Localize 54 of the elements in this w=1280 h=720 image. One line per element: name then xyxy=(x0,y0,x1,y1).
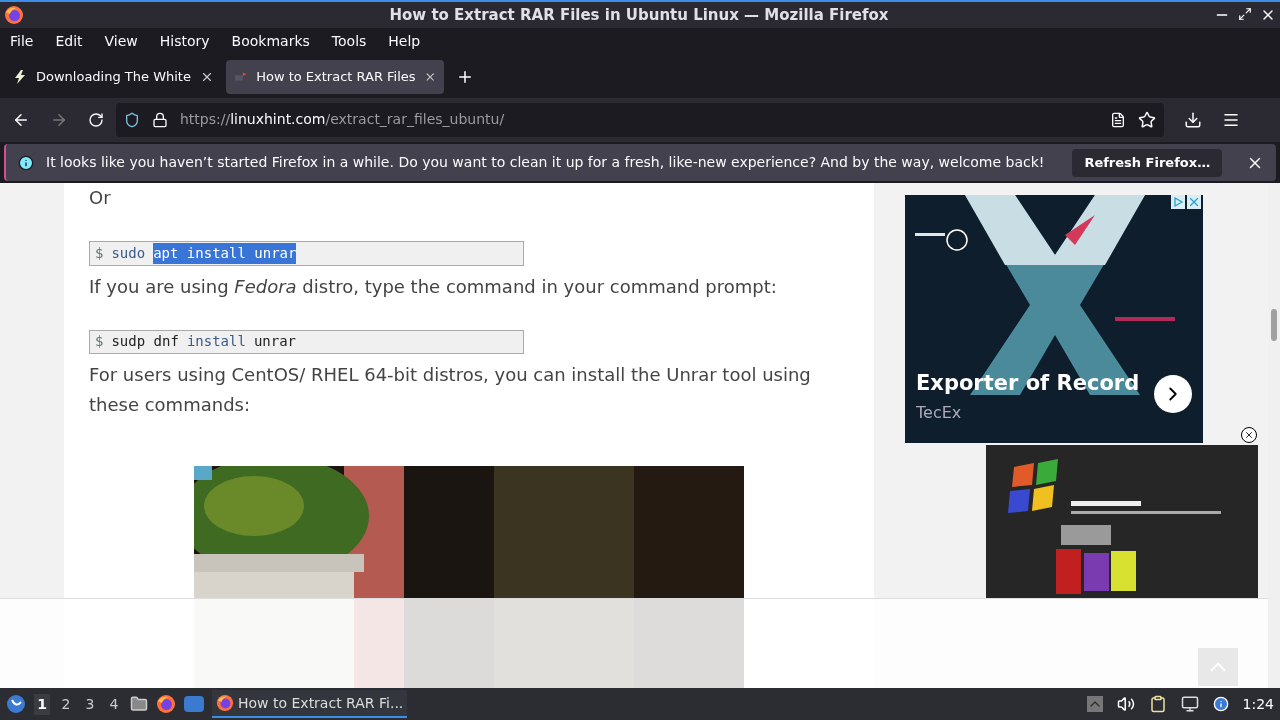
scrollbar-thumb[interactable] xyxy=(1271,309,1277,342)
firefox-logo-icon xyxy=(4,4,24,25)
clipboard-icon[interactable] xyxy=(1148,695,1167,714)
menu-item[interactable]: Bookmarks xyxy=(231,31,310,53)
lock-icon[interactable] xyxy=(152,111,168,128)
address-bar[interactable]: https://linuxhint.com/extract_rar_files_ubuntu/ xyxy=(116,102,1164,137)
info-icon xyxy=(18,154,34,171)
menu-item[interactable]: Tools xyxy=(331,31,367,53)
menu-item[interactable]: View xyxy=(104,31,138,53)
menu-item[interactable]: Edit xyxy=(55,31,83,53)
workspace-button[interactable]: 4 xyxy=(106,693,122,715)
file-manager-icon[interactable] xyxy=(130,695,148,714)
paragraph: Or xyxy=(89,186,112,211)
firefox-icon xyxy=(216,694,234,713)
ad-marker-icon xyxy=(194,466,212,481)
menu-item[interactable]: History xyxy=(159,31,210,53)
workspace-button[interactable]: 3 xyxy=(82,693,98,715)
code-token: sudp dnf xyxy=(111,332,179,352)
url-text: https://linuxhint.com/extract_rar_files_ubuntu/ xyxy=(180,110,505,130)
tab[interactable]: How to Extract RAR Files xyxy=(226,59,444,94)
workspace-button[interactable]: 1 xyxy=(34,693,50,715)
clock: 1:24 xyxy=(1242,694,1274,714)
close-video-icon[interactable] xyxy=(1241,427,1257,444)
reload-icon[interactable] xyxy=(88,111,104,128)
desktop-icon[interactable] xyxy=(184,696,204,713)
tab[interactable]: Downloading The White xyxy=(4,59,222,94)
download-icon[interactable] xyxy=(1184,110,1202,129)
code-token: $ xyxy=(95,244,104,264)
volume-icon[interactable] xyxy=(1116,695,1135,714)
notification-icon[interactable] xyxy=(1212,696,1229,713)
code-token: unrar xyxy=(253,332,297,352)
refresh-firefox-button[interactable]: Refresh Firefox… xyxy=(1072,148,1223,177)
reader-view-icon[interactable] xyxy=(1110,111,1126,128)
code-token: install xyxy=(186,332,246,352)
code-token: $ xyxy=(95,332,104,352)
menu-item[interactable]: Help xyxy=(388,31,421,53)
notification-text: It looks like you haven’t started Firefox in a while. Do you want to clean it up for a fresh, like-new experience? And by the way, welcome back! xyxy=(46,153,1045,173)
window-title: How to Extract RAR Files in Ubuntu Linux — Mozilla Firefox xyxy=(389,4,889,26)
shield-icon[interactable] xyxy=(124,111,140,128)
network-icon[interactable] xyxy=(1180,695,1199,714)
lightning-icon xyxy=(12,68,28,85)
code-token: apt install unrar xyxy=(153,243,297,265)
tab-title: How to Extract RAR Files xyxy=(256,68,416,87)
firefox-icon xyxy=(156,694,176,715)
tab-title: Downloading The White xyxy=(36,68,192,87)
code-token: sudo xyxy=(111,244,146,264)
paragraph: If you are using Fedora distro, type the command in your command prompt: xyxy=(89,274,778,299)
bookmark-star-icon[interactable] xyxy=(1138,110,1156,129)
start-menu-icon[interactable] xyxy=(6,694,26,715)
menu-item[interactable]: File xyxy=(10,31,34,53)
maximize-icon[interactable] xyxy=(1238,6,1252,21)
workspace-button[interactable]: 2 xyxy=(58,693,74,715)
taskbar-window-button[interactable]: How to Extract RAR Fi... xyxy=(212,690,408,719)
paragraph: For users using CentOS/ RHEL 64-bit distros, you can install the Unrar tool using these commands: xyxy=(89,363,812,418)
